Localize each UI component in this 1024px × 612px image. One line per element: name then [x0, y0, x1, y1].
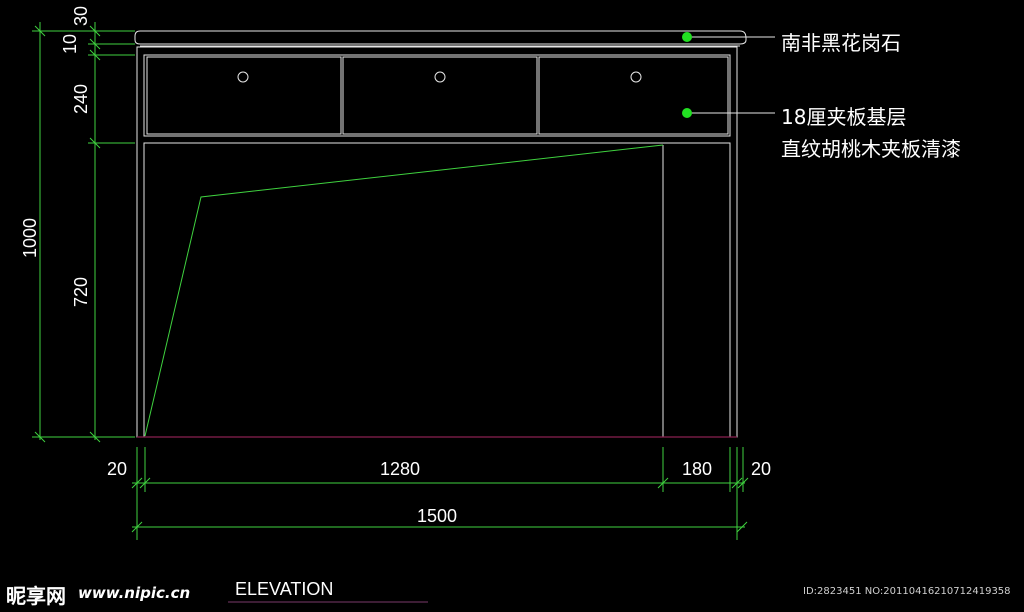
dim-1280: 1280: [380, 459, 421, 479]
drawer-knob-left: [237, 71, 249, 83]
view-label: ELEVATION: [235, 579, 334, 599]
dim-240: 240: [71, 83, 91, 114]
drawer-middle: [342, 56, 538, 135]
watermark-site: www.nipic.cn: [78, 584, 191, 602]
watermark-logo: 昵享网: [6, 584, 66, 608]
elevation-drawing: [32, 22, 775, 603]
dim-10: 10: [60, 33, 80, 54]
drawer-knob-right: [630, 71, 642, 83]
dim-20-left: 20: [107, 459, 128, 479]
dim-20-right: 20: [751, 459, 772, 479]
countertop: [134, 30, 747, 47]
dim-720: 720: [71, 276, 91, 307]
leader-dot-stone: [682, 32, 692, 42]
dim-180: 180: [682, 459, 713, 479]
drawer-right: [538, 56, 729, 135]
dim-1500: 1500: [417, 506, 458, 526]
slanted-panel-outline: [144, 144, 664, 437]
annotation-walnut-veneer: 直纹胡桃木夹板清漆: [781, 137, 961, 161]
annotation-stone: 南非黑花岗石: [781, 31, 901, 55]
watermark-id: ID:2823451 NO:20110416210712419358: [803, 586, 1011, 597]
dim-30: 30: [71, 5, 91, 26]
cabinet-body: [136, 46, 738, 438]
leader-dot-plywood: [682, 108, 692, 118]
drawer-knob-middle: [434, 71, 446, 83]
annotation-plywood-base: 18厘夹板基层: [781, 105, 907, 129]
drawer-left: [146, 56, 342, 135]
dim-1000: 1000: [20, 217, 40, 258]
